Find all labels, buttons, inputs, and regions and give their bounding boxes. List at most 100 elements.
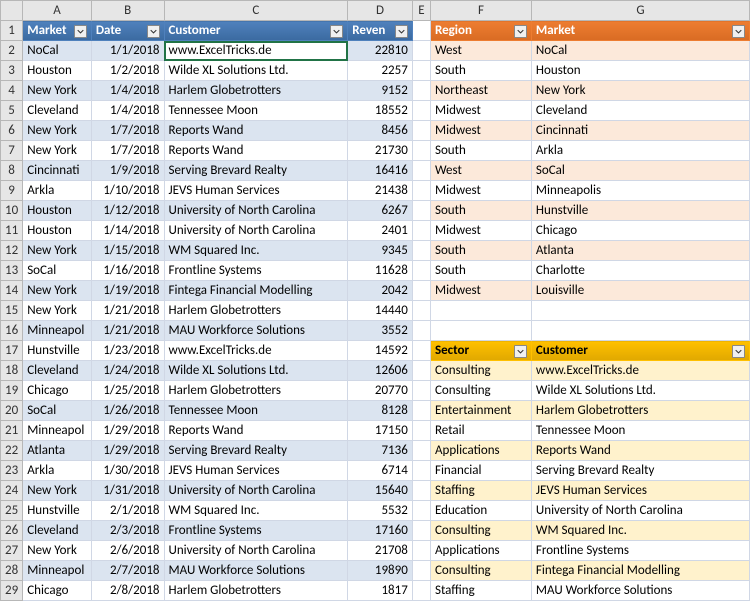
t1-header-1[interactable]: Date [91,21,164,41]
cell-A29-0[interactable]: Chicago [23,581,92,601]
cell-A3-3[interactable]: 2257 [348,61,413,81]
cell-FG9-0[interactable]: Midwest [430,181,531,201]
cell-E25[interactable] [412,501,430,521]
cell-FG13-1[interactable]: Charlotte [531,261,749,281]
cell-E9[interactable] [412,181,430,201]
cell-A28-2[interactable]: MAU Workforce Solutions [164,561,348,581]
cell-A16-3[interactable]: 3552 [348,321,413,341]
cell-A17-3[interactable]: 14592 [348,341,413,361]
cell-A6-0[interactable]: New York [23,121,92,141]
cell-FG2-1[interactable]: NoCal [531,41,749,61]
cell-FG18-0[interactable]: Consulting [430,361,531,381]
cell-FG14-1[interactable]: Louisville [531,281,749,301]
row-header-17[interactable]: 17 [1,341,23,361]
cell-A25-1[interactable]: 2/1/2018 [91,501,164,521]
cell-E11[interactable] [412,221,430,241]
cell-E23[interactable] [412,461,430,481]
cell-E15[interactable] [412,301,430,321]
cell-A25-0[interactable]: Hunstville [23,501,92,521]
cell-A9-0[interactable]: Arkla [23,181,92,201]
cell-A26-1[interactable]: 2/3/2018 [91,521,164,541]
cell-E19[interactable] [412,381,430,401]
cell-E5[interactable] [412,101,430,121]
cell-A16-2[interactable]: MAU Workforce Solutions [164,321,348,341]
cell-A6-1[interactable]: 1/7/2018 [91,121,164,141]
cell-FG3-1[interactable]: Houston [531,61,749,81]
cell-A13-2[interactable]: Frontline Systems [164,261,348,281]
row-header-23[interactable]: 23 [1,461,23,481]
cell-G16[interactable] [531,321,749,341]
cell-A20-0[interactable]: SoCal [23,401,92,421]
cell-FG10-0[interactable]: South [430,201,531,221]
cell-FG19-1[interactable]: Wilde XL Solutions Ltd. [531,381,749,401]
cell-FG24-0[interactable]: Staffing [430,481,531,501]
cell-FG22-0[interactable]: Applications [430,441,531,461]
cell-FG21-1[interactable]: Tennessee Moon [531,421,749,441]
cell-FG26-0[interactable]: Consulting [430,521,531,541]
cell-FG26-1[interactable]: WM Squared Inc. [531,521,749,541]
cell-A10-1[interactable]: 1/12/2018 [91,201,164,221]
cell-A28-1[interactable]: 2/7/2018 [91,561,164,581]
row-header-6[interactable]: 6 [1,121,23,141]
cell-A28-0[interactable]: Minneapol [23,561,92,581]
row-header-24[interactable]: 24 [1,481,23,501]
cell-F15[interactable] [430,301,531,321]
cell-A12-3[interactable]: 9345 [348,241,413,261]
cell-A2-2[interactable]: www.ExcelTricks.de [164,41,348,61]
row-header-21[interactable]: 21 [1,421,23,441]
cell-A23-2[interactable]: JEVS Human Services [164,461,348,481]
cell-FG29-0[interactable]: Staffing [430,581,531,601]
cell-A10-2[interactable]: University of North Carolina [164,201,348,221]
cell-A22-1[interactable]: 1/29/2018 [91,441,164,461]
cell-A18-2[interactable]: Wilde XL Solutions Ltd. [164,361,348,381]
cell-FG7-0[interactable]: South [430,141,531,161]
t1-col3-filter-button[interactable] [395,25,408,38]
cell-A3-0[interactable]: Houston [23,61,92,81]
row-header-7[interactable]: 7 [1,141,23,161]
cell-A15-1[interactable]: 1/21/2018 [91,301,164,321]
row-header-8[interactable]: 8 [1,161,23,181]
t2-header-1[interactable]: Market [531,21,749,41]
cell-A2-1[interactable]: 1/1/2018 [91,41,164,61]
cell-A11-3[interactable]: 2401 [348,221,413,241]
cell-FG18-1[interactable]: www.ExcelTricks.de [531,361,749,381]
row-header-25[interactable]: 25 [1,501,23,521]
row-header-2[interactable]: 2 [1,41,23,61]
t3-header-0[interactable]: Sector [430,341,531,361]
cell-A14-1[interactable]: 1/19/2018 [91,281,164,301]
row-header-28[interactable]: 28 [1,561,23,581]
t1-header-2[interactable]: Customer [164,21,348,41]
cell-E1[interactable] [412,21,430,41]
cell-A27-1[interactable]: 2/6/2018 [91,541,164,561]
cell-A5-1[interactable]: 1/4/2018 [91,101,164,121]
cell-E16[interactable] [412,321,430,341]
cell-FG13-0[interactable]: South [430,261,531,281]
cell-A29-1[interactable]: 2/8/2018 [91,581,164,601]
cell-A26-0[interactable]: Cleveland [23,521,92,541]
cell-A2-3[interactable]: 22810 [348,41,413,61]
cell-A15-0[interactable]: New York [23,301,92,321]
cell-E14[interactable] [412,281,430,301]
row-header-4[interactable]: 4 [1,81,23,101]
cell-FG28-1[interactable]: Fintega Financial Modelling [531,561,749,581]
cell-A11-0[interactable]: Houston [23,221,92,241]
row-header-15[interactable]: 15 [1,301,23,321]
select-all-corner[interactable] [1,1,23,21]
cell-A24-3[interactable]: 15640 [348,481,413,501]
cell-A10-3[interactable]: 6267 [348,201,413,221]
t3-col0-filter-button[interactable] [514,345,527,358]
cell-A20-1[interactable]: 1/26/2018 [91,401,164,421]
cell-A12-0[interactable]: New York [23,241,92,261]
t2-col1-filter-button[interactable] [732,25,745,38]
col-header-D[interactable]: D [348,1,413,21]
cell-FG23-1[interactable]: Serving Brevard Realty [531,461,749,481]
cell-A24-1[interactable]: 1/31/2018 [91,481,164,501]
cell-E10[interactable] [412,201,430,221]
cell-E22[interactable] [412,441,430,461]
cell-A11-2[interactable]: University of North Carolina [164,221,348,241]
cell-A5-3[interactable]: 18552 [348,101,413,121]
col-header-F[interactable]: F [430,1,531,21]
cell-FG21-0[interactable]: Retail [430,421,531,441]
row-header-1[interactable]: 1 [1,21,23,41]
row-header-10[interactable]: 10 [1,201,23,221]
